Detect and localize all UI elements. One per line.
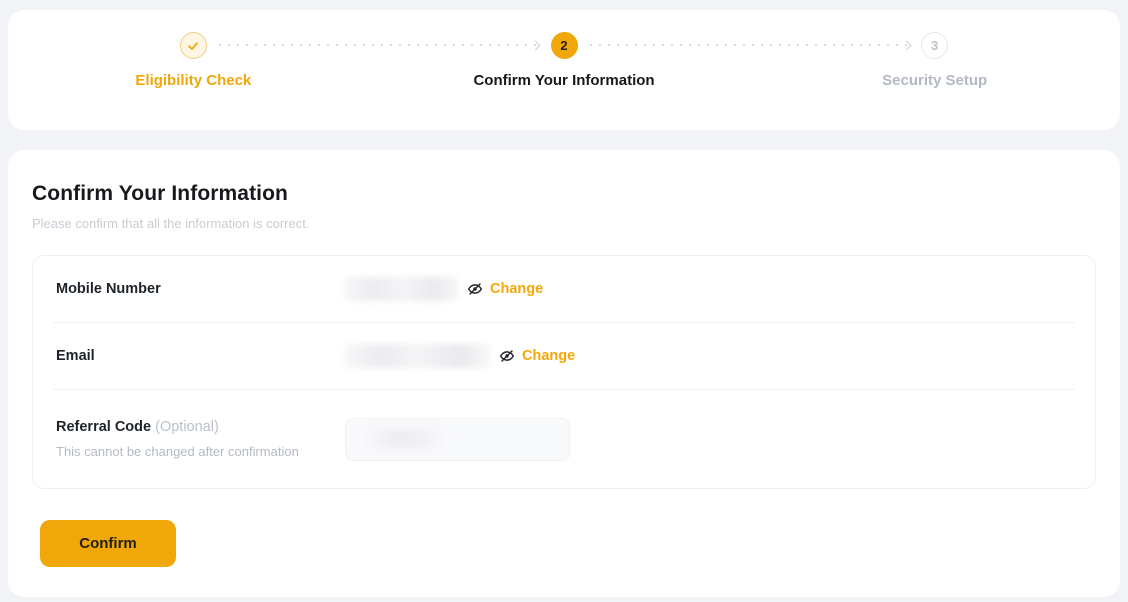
info-box: Mobile Number Change Email xyxy=(32,255,1096,489)
referral-code-label: Referral Code (Optional) This cannot be … xyxy=(56,419,345,459)
referral-code-redacted-value xyxy=(359,429,449,449)
signup-confirm-page: Eligibility Check 2 Confirm Your Informa… xyxy=(0,0,1128,602)
referral-code-note: This cannot be changed after confirmatio… xyxy=(56,444,345,459)
step-label: Confirm Your Information xyxy=(473,72,654,89)
email-value: Change xyxy=(345,344,575,368)
confirm-button[interactable]: Confirm xyxy=(40,520,176,567)
referral-code-input[interactable] xyxy=(345,418,570,461)
step-number-badge: 3 xyxy=(921,32,948,59)
email-redacted-value xyxy=(345,344,490,368)
email-label: Email xyxy=(56,348,345,364)
step-connector-dotted xyxy=(590,44,909,46)
row-mobile-number: Mobile Number Change xyxy=(33,256,1095,322)
mobile-number-redacted-value xyxy=(345,277,458,301)
step-label: Eligibility Check xyxy=(135,72,251,89)
change-mobile-button[interactable]: Change xyxy=(490,281,543,297)
mobile-number-value: Change xyxy=(345,277,543,301)
referral-code-label-text: Referral Code xyxy=(56,419,151,435)
step-label: Security Setup xyxy=(882,72,987,89)
page-title: Confirm Your Information xyxy=(32,182,1096,206)
row-email: Email Change xyxy=(33,323,1095,389)
change-email-button[interactable]: Change xyxy=(522,348,575,364)
row-referral-code: Referral Code (Optional) This cannot be … xyxy=(33,390,1095,488)
optional-tag: (Optional) xyxy=(155,419,219,435)
stepper-card: Eligibility Check 2 Confirm Your Informa… xyxy=(8,10,1120,130)
step-security-setup: 3 Security Setup xyxy=(749,32,1120,89)
step-confirm-information: 2 Confirm Your Information xyxy=(379,32,750,89)
mobile-number-label: Mobile Number xyxy=(56,281,345,297)
step-eligibility-check: Eligibility Check xyxy=(8,32,379,89)
page-subtitle: Please confirm that all the information … xyxy=(32,216,1096,231)
eye-slash-icon[interactable] xyxy=(499,348,515,364)
step-number-badge: 2 xyxy=(551,32,578,59)
eye-slash-icon[interactable] xyxy=(467,281,483,297)
step-connector-dotted xyxy=(219,44,538,46)
confirm-information-card: Confirm Your Information Please confirm … xyxy=(8,150,1120,597)
referral-code-value xyxy=(345,418,570,461)
check-icon xyxy=(180,32,207,59)
stepper: Eligibility Check 2 Confirm Your Informa… xyxy=(8,10,1120,89)
